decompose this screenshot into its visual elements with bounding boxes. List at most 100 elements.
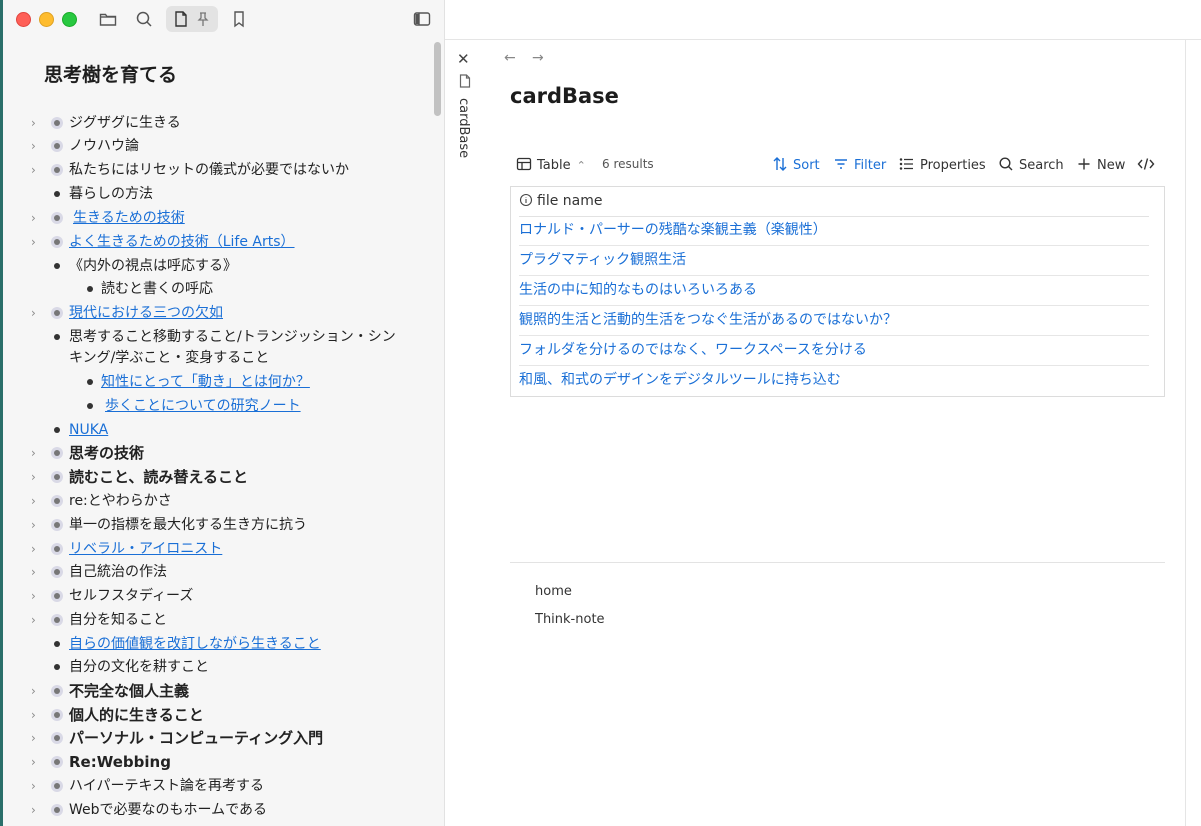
maximize-window-button[interactable]: [62, 12, 77, 27]
bullet-icon: [54, 191, 60, 197]
chevron-updown-icon: ⌃: [576, 159, 586, 172]
folder-icon[interactable]: [98, 9, 118, 29]
pin-icon[interactable]: [193, 9, 213, 29]
sidebar-scrollbar[interactable]: [434, 42, 441, 116]
table-header-label: file name: [537, 193, 603, 209]
tree-item-label: 自己統治の作法: [69, 564, 167, 580]
chevron-right-icon[interactable]: ›: [31, 465, 43, 489]
results-count: 6 results: [602, 157, 654, 171]
chevron-right-icon[interactable]: ›: [31, 703, 43, 727]
bullet-icon: [54, 310, 60, 316]
chevron-right-icon[interactable]: ›: [31, 513, 43, 537]
sidebar-toggle-icon[interactable]: [412, 9, 432, 29]
tree-item-label: 私たちにはリセットの儀式が必要ではないか: [69, 162, 349, 178]
chevron-right-icon[interactable]: ›: [31, 560, 43, 584]
chevron-right-icon[interactable]: ›: [31, 301, 43, 325]
new-button[interactable]: New: [1076, 156, 1125, 173]
backlink-item[interactable]: home: [535, 584, 572, 599]
table-row[interactable]: 生活の中に知的なものはいろいろある: [519, 276, 1149, 306]
backlink-item[interactable]: Think-note: [535, 612, 605, 627]
tree-item-label: Webで必要なのもホームである: [69, 802, 267, 818]
tree-item-link[interactable]: よく生きるための技術（Life Arts）: [69, 230, 295, 254]
page-title: cardBase: [510, 84, 619, 108]
sort-button[interactable]: Sort: [772, 156, 820, 173]
search-icon: [999, 157, 1013, 171]
chevron-right-icon[interactable]: ›: [31, 489, 43, 513]
chevron-right-icon[interactable]: ›: [31, 798, 43, 822]
table-row[interactable]: ロナルド・パーサーの残酷な楽観主義（楽観性）: [519, 216, 1149, 246]
file-icon[interactable]: [171, 9, 191, 29]
tree-item-label: パーソナル・コンピューティング入門: [69, 729, 324, 747]
chevron-right-icon[interactable]: ›: [31, 441, 43, 465]
chevron-right-icon[interactable]: ›: [31, 774, 43, 798]
bookmark-icon[interactable]: [229, 9, 249, 29]
bullet-icon: [54, 641, 60, 647]
bullet-icon: [54, 664, 60, 670]
filter-label: Filter: [854, 158, 887, 173]
chevron-right-icon[interactable]: ›: [31, 608, 43, 632]
table-row[interactable]: 観照的生活と活動的生活をつなぐ生活があるのではないか？: [519, 306, 1149, 336]
bullet-icon: [54, 120, 60, 126]
code-icon[interactable]: [1137, 156, 1160, 173]
bullet-icon: [54, 712, 60, 718]
filter-button[interactable]: Filter: [833, 156, 886, 173]
bullet-icon: [54, 522, 60, 528]
chevron-right-icon[interactable]: ›: [31, 111, 43, 135]
tree-item-link[interactable]: NUKA: [69, 418, 108, 442]
tree-item-label: 読むと書くの呼応: [101, 281, 213, 297]
chevron-right-icon[interactable]: ›: [31, 750, 43, 774]
bullet-icon: [54, 593, 60, 599]
properties-button[interactable]: Properties: [899, 156, 986, 173]
chevron-right-icon[interactable]: ›: [31, 134, 43, 158]
tree-item-label: 不完全な個人主義: [69, 682, 190, 700]
search-icon[interactable]: [134, 9, 154, 29]
tree-item-link[interactable]: 自らの価値観を改訂しながら生きること: [69, 632, 321, 656]
search-button[interactable]: Search: [998, 156, 1064, 173]
tree-item-link[interactable]: 知性にとって「動き」とは何か？: [101, 370, 310, 394]
tree-item-label: 個人的に生きること: [69, 706, 204, 724]
results-table: file name ロナルド・パーサーの残酷な楽観主義（楽観性） プラグマティッ…: [510, 186, 1165, 397]
sort-label: Sort: [793, 158, 820, 173]
bullet-icon: [54, 735, 60, 741]
vertical-tab-label[interactable]: cardBase: [456, 98, 471, 158]
tree-item-link[interactable]: 歩くことについての研究ノート: [105, 394, 301, 418]
bullet-icon: [54, 215, 60, 221]
table-row[interactable]: 和風、和式のデザインをデジタルツールに持ち込む: [519, 366, 1149, 395]
chevron-right-icon[interactable]: ›: [31, 726, 43, 750]
close-window-button[interactable]: [16, 12, 31, 27]
tree-item-link[interactable]: 生きるための技術: [73, 206, 185, 230]
forward-arrow-icon[interactable]: →: [532, 50, 544, 66]
sidebar: 思考樹を育てる › ジグザグに生きる › ノウハウ論 › 私たちにはリセットの儀…: [0, 0, 445, 826]
bullet-icon: [54, 546, 60, 552]
tree-item-label: re:とやわらかさ: [69, 493, 172, 509]
close-icon[interactable]: ✕: [457, 50, 470, 68]
bullet-icon: [54, 617, 60, 623]
table-row[interactable]: プラグマティック観照生活: [519, 246, 1149, 276]
tree-item-label: 《内外の視点は呼応する》: [69, 258, 237, 274]
minimize-window-button[interactable]: [39, 12, 54, 27]
view-selector[interactable]: Table ⌃: [516, 156, 586, 173]
tree-item-label: 単一の指標を最大化する生き方に抗う: [69, 517, 307, 533]
tree-item-label: ハイパーテキスト論を再考する: [69, 778, 265, 794]
back-arrow-icon[interactable]: ←: [504, 50, 516, 66]
chevron-right-icon[interactable]: ›: [31, 584, 43, 608]
table-row[interactable]: フォルダを分けるのではなく、ワークスペースを分ける: [519, 336, 1149, 366]
chevron-right-icon[interactable]: ›: [31, 230, 43, 254]
search-label: Search: [1019, 158, 1064, 173]
chevron-right-icon[interactable]: ›: [31, 537, 43, 561]
bullet-icon: [54, 783, 60, 789]
chevron-right-icon[interactable]: ›: [31, 206, 43, 230]
tree-item-link[interactable]: リベラル・アイロニスト: [69, 537, 222, 561]
titlebar: [0, 0, 444, 40]
chevron-right-icon[interactable]: ›: [31, 679, 43, 703]
table-header-file-name[interactable]: file name: [519, 187, 1149, 217]
bullet-icon: [54, 427, 60, 433]
tree-item-label: 自分を知ること: [69, 612, 167, 628]
bullet-icon: [87, 379, 93, 385]
properties-label: Properties: [920, 158, 986, 173]
chevron-right-icon[interactable]: ›: [31, 158, 43, 182]
tree-item-label: ジグザグに生きる: [69, 115, 181, 131]
tree-item-label: セルフスタディーズ: [69, 588, 194, 604]
table-icon: [516, 157, 532, 171]
tree-item-link[interactable]: 現代における三つの欠如: [69, 301, 223, 325]
